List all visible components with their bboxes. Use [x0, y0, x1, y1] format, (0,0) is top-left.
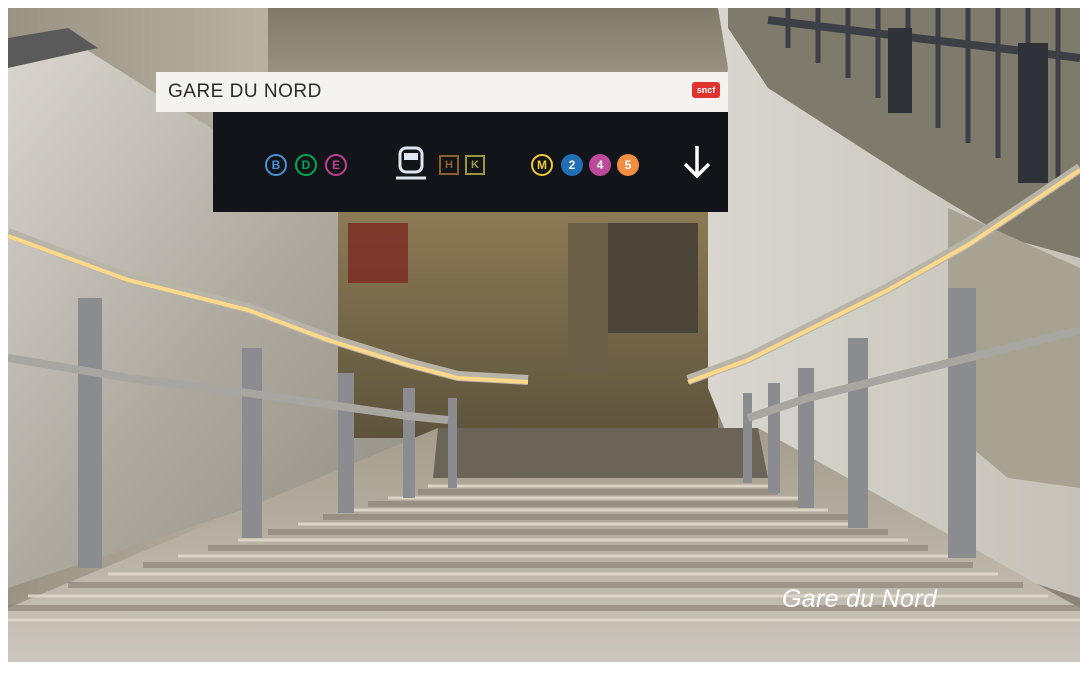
transilien-line-badge: H [439, 155, 459, 175]
metro-line-badge: 2 [561, 154, 583, 176]
sncf-logo: sncf [692, 82, 720, 98]
station-name-sign: GARE DU NORD sncf [156, 72, 728, 112]
lines-sign-board: B D E H K M 2 4 5 [213, 112, 728, 212]
metro-line-badge: 5 [617, 154, 639, 176]
rer-line-badge: E [325, 154, 347, 176]
photo-caption: Gare du Nord [782, 585, 938, 613]
rer-line-badge: D [295, 154, 317, 176]
station-name: GARE DU NORD [168, 81, 322, 102]
rer-line-badge: B [265, 154, 287, 176]
train-icon [396, 146, 426, 180]
transilien-line-badge: K [465, 155, 485, 175]
metro-symbol: M [531, 154, 553, 176]
arrow-down-icon [683, 146, 711, 179]
metro-line-badge: 4 [589, 154, 611, 176]
station-stairs-photo: GARE DU NORD sncf B D E H K M 2 4 5 Gare… [8, 8, 1080, 662]
